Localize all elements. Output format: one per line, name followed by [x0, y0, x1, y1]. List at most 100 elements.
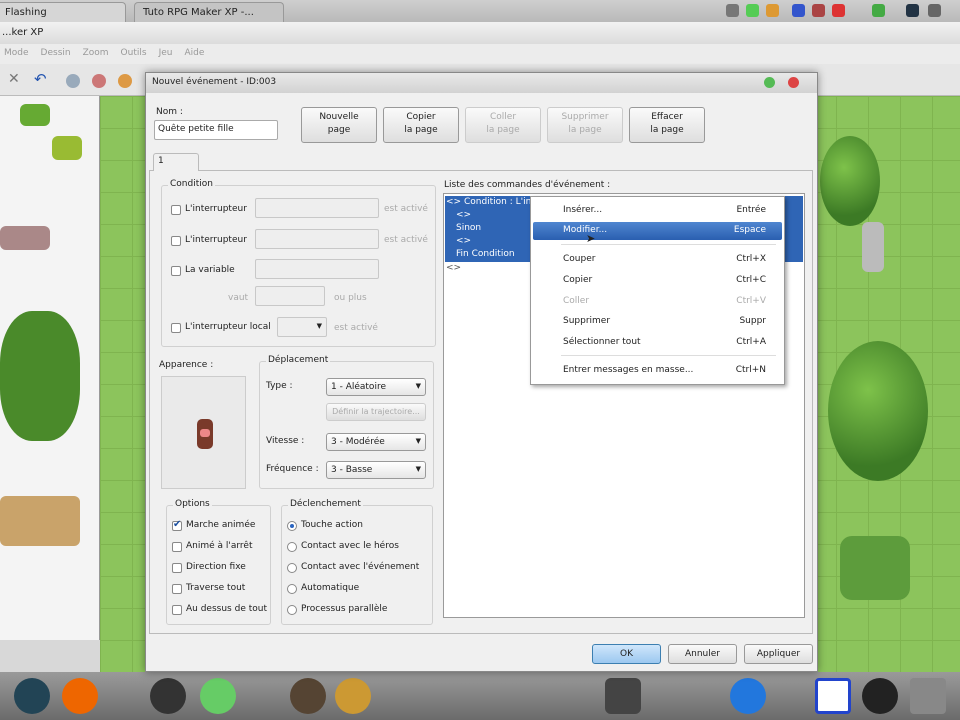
- cancel-button[interactable]: Annuler: [668, 644, 737, 664]
- command-row[interactable]: <>: [456, 236, 471, 246]
- btn-line: Supprimer: [561, 112, 609, 122]
- copy-page-button[interactable]: Copier la page: [383, 107, 459, 143]
- tray-icon[interactable]: [928, 4, 941, 17]
- option-checkbox[interactable]: [172, 563, 182, 573]
- tile[interactable]: [20, 104, 50, 126]
- menu-item-delete[interactable]: Supprimer Suppr: [533, 313, 782, 331]
- tile-fence[interactable]: [0, 496, 80, 546]
- switch2-field[interactable]: [255, 229, 379, 249]
- browser-tab-tuto[interactable]: Tuto RPG Maker XP -...: [134, 2, 284, 22]
- menu-item-select-all[interactable]: Sélectionner tout Ctrl+A: [533, 334, 782, 352]
- dock-app-icon[interactable]: [862, 678, 898, 714]
- option-checkbox[interactable]: [172, 519, 182, 531]
- clear-page-button[interactable]: Effacer la page: [629, 107, 705, 143]
- local-switch-select[interactable]: ▼: [277, 317, 327, 337]
- type-select[interactable]: 1 - Aléatoire ▼: [326, 378, 426, 396]
- option-label: Au dessus de tout: [186, 604, 267, 614]
- appearance-graphic[interactable]: [161, 376, 246, 489]
- trash-icon[interactable]: [910, 678, 946, 714]
- variable-field[interactable]: [255, 259, 379, 279]
- layer-icon[interactable]: [92, 74, 106, 88]
- dock-app-icon[interactable]: [200, 678, 236, 714]
- command-row[interactable]: <>: [456, 210, 471, 220]
- new-page-button[interactable]: Nouvelle page: [301, 107, 377, 143]
- frequency-select[interactable]: 3 - Basse ▼: [326, 461, 426, 479]
- tray-icon[interactable]: [906, 4, 919, 17]
- command-row[interactable]: Sinon: [456, 223, 481, 233]
- define-route-button[interactable]: Définir la trajectoire...: [326, 403, 426, 421]
- option-label: Direction fixe: [186, 562, 246, 572]
- dialog-title-bar[interactable]: Nouvel événement - ID:003: [146, 73, 817, 93]
- option-checkbox[interactable]: [172, 584, 182, 594]
- menu-aide[interactable]: Aide: [184, 48, 204, 58]
- dock-app-icon[interactable]: [815, 678, 851, 714]
- trigger-group: Déclenchement Touche action Contact avec…: [281, 499, 433, 625]
- menu-item-batch-messages[interactable]: Entrer messages en masse... Ctrl+N: [533, 362, 782, 380]
- browser-tab-flashing[interactable]: Flashing: [0, 2, 126, 22]
- map-tree: [828, 341, 928, 481]
- menu-dessin[interactable]: Dessin: [41, 48, 71, 58]
- menu-label: Sélectionner tout: [563, 337, 641, 347]
- menu-mode[interactable]: Mode: [4, 48, 29, 58]
- speed-select[interactable]: 3 - Modérée ▼: [326, 433, 426, 451]
- close-icon[interactable]: [788, 77, 799, 88]
- minimize-icon[interactable]: [764, 77, 775, 88]
- undo-icon[interactable]: ↶: [34, 70, 47, 88]
- command-row[interactable]: <>: [446, 263, 461, 273]
- paste-page-button[interactable]: Coller la page: [465, 107, 541, 143]
- menu-item-cut[interactable]: Couper Ctrl+X: [533, 251, 782, 269]
- apply-button[interactable]: Appliquer: [744, 644, 813, 664]
- trigger-radio[interactable]: [287, 563, 297, 573]
- menu-item-paste[interactable]: Coller Ctrl+V: [533, 293, 782, 311]
- tray-icon[interactable]: [746, 4, 759, 17]
- switch1-checkbox[interactable]: [171, 205, 181, 215]
- chevron-down-icon: ▼: [415, 465, 421, 473]
- option-checkbox[interactable]: [172, 605, 182, 615]
- trigger-radio[interactable]: [287, 605, 297, 615]
- chevron-down-icon: ▼: [415, 437, 421, 445]
- switch2-suffix: est activé: [384, 235, 428, 245]
- tile-tree[interactable]: [0, 311, 80, 441]
- tray-icon[interactable]: [872, 4, 885, 17]
- variable-checkbox[interactable]: [171, 266, 181, 276]
- tile[interactable]: [52, 136, 82, 160]
- local-switch-checkbox[interactable]: [171, 323, 181, 333]
- tray-icon[interactable]: [812, 4, 825, 17]
- dock-app-icon[interactable]: [14, 678, 50, 714]
- switch1-field[interactable]: [255, 198, 379, 218]
- dock-app-icon[interactable]: [605, 678, 641, 714]
- dock-app-icon[interactable]: [335, 678, 371, 714]
- tray-icon[interactable]: [766, 4, 779, 17]
- delete-page-button[interactable]: Supprimer la page: [547, 107, 623, 143]
- trigger-radio[interactable]: [287, 542, 297, 552]
- trigger-radio[interactable]: [287, 521, 297, 531]
- tab-page-1[interactable]: 1: [153, 153, 199, 171]
- event-layer-icon[interactable]: [118, 74, 132, 88]
- globe-icon[interactable]: [730, 678, 766, 714]
- tileset-panel[interactable]: [0, 96, 100, 640]
- dock-app-icon[interactable]: [290, 678, 326, 714]
- tray-icon[interactable]: [726, 4, 739, 17]
- menu-item-copy[interactable]: Copier Ctrl+C: [533, 272, 782, 290]
- menu-zoom[interactable]: Zoom: [83, 48, 109, 58]
- layer-icon[interactable]: [66, 74, 80, 88]
- switch2-checkbox[interactable]: [171, 236, 181, 246]
- tray-icon[interactable]: [832, 4, 845, 17]
- menu-item-insert[interactable]: Insérer... Entrée: [533, 202, 782, 220]
- firefox-icon[interactable]: [62, 678, 98, 714]
- option-checkbox[interactable]: [172, 542, 182, 552]
- menu-item-edit[interactable]: Modifier... Espace: [533, 222, 782, 240]
- trigger-radio[interactable]: [287, 584, 297, 594]
- dock-app-icon[interactable]: [150, 678, 186, 714]
- command-row[interactable]: Fin Condition: [456, 249, 515, 259]
- tab-label: Tuto RPG Maker XP -...: [143, 7, 254, 18]
- ok-button[interactable]: OK: [592, 644, 661, 664]
- select-value: 3 - Basse: [331, 465, 373, 475]
- delete-icon[interactable]: ✕: [8, 71, 20, 87]
- name-input[interactable]: Quête petite fille: [154, 120, 278, 140]
- menu-jeu[interactable]: Jeu: [159, 48, 173, 58]
- tray-icon[interactable]: [792, 4, 805, 17]
- value-spinner[interactable]: [255, 286, 325, 306]
- tile[interactable]: [0, 226, 50, 250]
- menu-outils[interactable]: Outils: [121, 48, 147, 58]
